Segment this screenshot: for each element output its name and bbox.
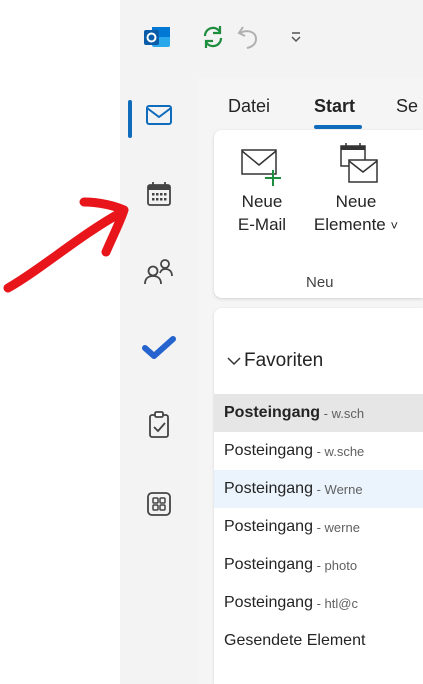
folder-account: - Werne — [312, 481, 363, 497]
annotation-arrow-icon — [0, 190, 135, 305]
folder-item[interactable]: Posteingang - w.sch — [214, 394, 423, 432]
folder-pane: Favoriten Posteingang - w.sch Posteingan… — [214, 308, 423, 684]
folder-item[interactable]: Posteingang - werne — [214, 508, 423, 546]
rail-item-tasks[interactable] — [120, 402, 198, 452]
new-items-label-2: Elemente ˅ — [313, 215, 399, 234]
folder-name: Posteingang — [224, 518, 313, 535]
tab-file[interactable]: Datei — [228, 96, 270, 117]
folder-name: Posteingang — [224, 404, 321, 421]
tab-next[interactable]: Se — [396, 96, 418, 117]
people-icon — [143, 256, 175, 291]
chevron-down-icon — [227, 357, 241, 366]
outlook-logo-icon[interactable] — [142, 22, 172, 52]
favorites-label: Favoriten — [244, 350, 324, 371]
favorites-header[interactable]: Favoriten — [226, 350, 323, 372]
calendar-icon — [144, 179, 174, 214]
main-area: Datei Start Se Neue E-Mail Neue Elemente… — [198, 78, 423, 684]
ribbon-tabs: Datei Start Se — [198, 78, 423, 130]
group-label-new: Neu — [306, 274, 334, 291]
ribbon-panel: Neue E-Mail Neue Elemente ˅ Neu — [214, 130, 423, 298]
new-items-icon — [340, 143, 378, 183]
tab-start[interactable]: Start — [314, 96, 355, 117]
new-mail-button[interactable]: Neue E-Mail — [218, 140, 306, 236]
navigation-rail — [120, 78, 198, 684]
folder-account: - werne — [312, 519, 360, 535]
undo-icon[interactable] — [234, 22, 264, 52]
folder-account: - w.sch — [320, 405, 365, 421]
folder-item[interactable]: Posteingang - htl@c — [214, 584, 423, 622]
folder-account: - w.sche — [312, 443, 365, 459]
folder-item[interactable]: Posteingang - photo — [214, 546, 423, 584]
folder-name: Posteingang — [224, 480, 313, 497]
folder-item[interactable]: Posteingang - w.sche — [214, 432, 423, 470]
apps-icon — [145, 490, 173, 523]
active-tab-indicator — [314, 125, 362, 129]
folder-name: Posteingang — [224, 556, 313, 573]
clipboard-icon — [145, 410, 173, 445]
active-indicator — [128, 100, 132, 138]
folder-name: Gesendete Element — [224, 632, 366, 649]
folder-name: Posteingang — [224, 442, 313, 459]
mail-icon — [144, 103, 174, 132]
folder-item[interactable]: Posteingang - Werne — [214, 470, 423, 508]
todo-check-icon — [142, 335, 176, 366]
rail-item-mail[interactable] — [120, 92, 198, 142]
new-items-button[interactable]: Neue Elemente ˅ — [312, 140, 400, 237]
new-mail-label-2: E-Mail — [237, 215, 287, 234]
folder-account: - photo — [312, 557, 358, 573]
folder-account: - htl@c — [312, 595, 358, 611]
new-mail-icon — [241, 149, 281, 186]
rail-item-todo[interactable] — [120, 325, 198, 375]
rail-item-apps[interactable] — [120, 481, 198, 531]
customize-quick-access-icon[interactable] — [282, 22, 312, 52]
new-mail-label-1: Neue — [241, 192, 283, 211]
title-bar — [120, 0, 423, 78]
sync-icon[interactable] — [198, 22, 228, 52]
new-items-label-1: Neue — [335, 192, 377, 211]
folder-item[interactable]: Gesendete Element — [214, 622, 423, 660]
folder-name: Posteingang — [224, 594, 313, 611]
chevron-down-icon: ˅ — [390, 218, 399, 233]
